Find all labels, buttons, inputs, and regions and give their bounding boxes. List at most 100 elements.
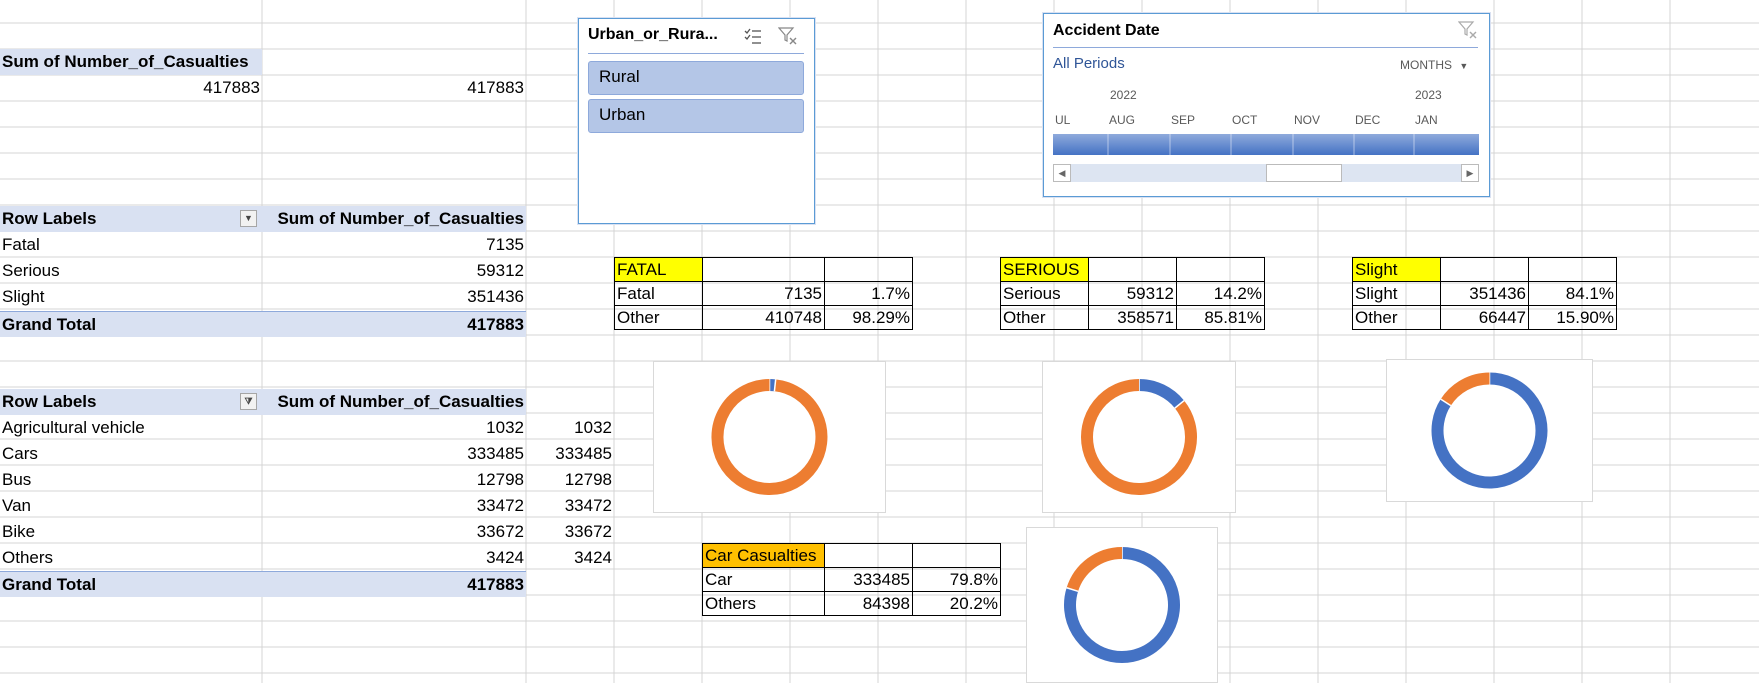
- serious-row-label[interactable]: Serious: [1001, 282, 1089, 306]
- table-row-label[interactable]: Agricultural vehicle: [0, 415, 262, 441]
- slicer-item-rural[interactable]: Rural: [588, 61, 804, 95]
- empty-cell[interactable]: [825, 544, 913, 568]
- table-row-label[interactable]: Fatal: [0, 232, 262, 258]
- timeline-scrollbar[interactable]: ◀ ▶: [1053, 164, 1479, 182]
- slight-row-value[interactable]: 351436: [1441, 282, 1529, 306]
- filter-applied-icon[interactable]: ⧩: [240, 393, 257, 410]
- table-row-copy[interactable]: 333485: [526, 441, 614, 467]
- car-others-value[interactable]: 84398: [825, 592, 913, 616]
- chevron-down-icon: ▼: [1459, 61, 1468, 71]
- empty-cell[interactable]: [913, 544, 1001, 568]
- severity-grand-total-value[interactable]: 417883: [262, 311, 526, 337]
- vehicle-row-labels-header[interactable]: Row Labels ⧩: [0, 389, 262, 415]
- pivot-total-value[interactable]: 417883: [0, 75, 262, 101]
- table-row-label[interactable]: Cars: [0, 441, 262, 467]
- table-row-value[interactable]: 7135: [262, 232, 526, 258]
- serious-row-pct[interactable]: 14.2%: [1177, 282, 1265, 306]
- table-row-value[interactable]: 33472: [262, 493, 526, 519]
- slicer-item-urban[interactable]: Urban: [588, 99, 804, 133]
- table-row-copy[interactable]: 33672: [526, 519, 614, 545]
- slight-donut-chart[interactable]: [1386, 359, 1593, 502]
- severity-sum-header[interactable]: Sum of Number_of_Casualties: [262, 206, 526, 232]
- table-row-value[interactable]: 59312: [262, 258, 526, 284]
- serious-blue-slice[interactable]: [1139, 385, 1179, 404]
- fatal-row-label[interactable]: Fatal: [615, 282, 703, 306]
- clear-filter-icon[interactable]: [778, 26, 798, 46]
- donut-svg: [1027, 528, 1217, 682]
- table-row-value[interactable]: 12798: [262, 467, 526, 493]
- table-row-copy[interactable]: 3424: [526, 545, 614, 571]
- slight-row-pct[interactable]: 84.1%: [1529, 282, 1617, 306]
- car-row-label[interactable]: Car: [703, 568, 825, 592]
- car-row-pct[interactable]: 79.8%: [913, 568, 1001, 592]
- slight-title-cell[interactable]: Slight: [1353, 258, 1441, 282]
- fatal-orange-slice[interactable]: [717, 385, 821, 489]
- car-casualties-table: Car Casualties Car 333485 79.8% Others 8…: [702, 543, 1001, 616]
- table-row-value[interactable]: 351436: [262, 284, 526, 310]
- empty-cell[interactable]: [1089, 258, 1177, 282]
- scroll-thumb[interactable]: [1266, 164, 1342, 182]
- fatal-row-value[interactable]: 7135: [703, 282, 825, 306]
- timeline-selection-bar[interactable]: [1053, 134, 1479, 155]
- serious-row-value[interactable]: 59312: [1089, 282, 1177, 306]
- table-row-label[interactable]: Bike: [0, 519, 262, 545]
- empty-cell[interactable]: [1177, 258, 1265, 282]
- fatal-other-value[interactable]: 410748: [703, 306, 825, 330]
- table-row-copy[interactable]: 12798: [526, 467, 614, 493]
- fatal-title-cell[interactable]: FATAL: [615, 258, 703, 282]
- serious-other-label[interactable]: Other: [1001, 306, 1089, 330]
- accident-date-timeline[interactable]: Accident Date All Periods MONTHS ▼ 2022 …: [1043, 13, 1490, 197]
- all-periods-label: All Periods: [1053, 55, 1125, 72]
- car-orange-slice[interactable]: [1072, 553, 1122, 590]
- table-row-value[interactable]: 3424: [262, 545, 526, 571]
- table-row-copy[interactable]: 1032: [526, 415, 614, 441]
- vehicle-sum-header[interactable]: Sum of Number_of_Casualties: [262, 389, 526, 415]
- slight-orange-slice[interactable]: [1446, 379, 1490, 403]
- serious-title-cell[interactable]: SERIOUS: [1001, 258, 1089, 282]
- serious-donut-chart[interactable]: [1042, 361, 1236, 513]
- empty-cell[interactable]: [1529, 258, 1617, 282]
- vehicle-grand-total-label[interactable]: Grand Total: [0, 571, 262, 597]
- slight-other-label[interactable]: Other: [1353, 306, 1441, 330]
- scroll-right-icon[interactable]: ▶: [1461, 164, 1479, 182]
- slight-other-value[interactable]: 66447: [1441, 306, 1529, 330]
- fatal-donut-chart[interactable]: [653, 361, 886, 513]
- dropdown-arrow-icon[interactable]: ▼: [240, 210, 257, 227]
- car-donut-chart[interactable]: [1026, 527, 1218, 683]
- month-label: DEC: [1355, 113, 1380, 127]
- severity-grand-total-label[interactable]: Grand Total: [0, 311, 262, 337]
- table-row-copy[interactable]: 33472: [526, 493, 614, 519]
- table-row-label[interactable]: Others: [0, 545, 262, 571]
- month-label: AUG: [1109, 113, 1135, 127]
- car-others-label[interactable]: Others: [703, 592, 825, 616]
- fatal-row-pct[interactable]: 1.7%: [825, 282, 913, 306]
- clear-filter-icon[interactable]: [1458, 20, 1478, 40]
- serious-other-pct[interactable]: 85.81%: [1177, 306, 1265, 330]
- slight-row-label[interactable]: Slight: [1353, 282, 1441, 306]
- car-title-cell[interactable]: Car Casualties: [703, 544, 825, 568]
- empty-cell[interactable]: [1441, 258, 1529, 282]
- empty-cell[interactable]: [703, 258, 825, 282]
- fatal-other-pct[interactable]: 98.29%: [825, 306, 913, 330]
- timeline-unit-dropdown[interactable]: MONTHS ▼: [1400, 58, 1468, 72]
- table-row-label[interactable]: Serious: [0, 258, 262, 284]
- table-row-value[interactable]: 1032: [262, 415, 526, 441]
- slight-other-pct[interactable]: 15.90%: [1529, 306, 1617, 330]
- pivot-total-copy[interactable]: 417883: [262, 75, 526, 101]
- table-row-label[interactable]: Van: [0, 493, 262, 519]
- car-others-pct[interactable]: 20.2%: [913, 592, 1001, 616]
- scroll-left-icon[interactable]: ◀: [1053, 164, 1071, 182]
- car-row-value[interactable]: 333485: [825, 568, 913, 592]
- table-row-label[interactable]: Slight: [0, 284, 262, 310]
- table-row-value[interactable]: 33672: [262, 519, 526, 545]
- urban-rural-slicer[interactable]: Urban_or_Rura... Rural Urban: [578, 18, 815, 224]
- fatal-other-label[interactable]: Other: [615, 306, 703, 330]
- multi-select-icon[interactable]: [743, 26, 763, 46]
- table-row-value[interactable]: 333485: [262, 441, 526, 467]
- empty-cell[interactable]: [825, 258, 913, 282]
- pivot-total-header[interactable]: Sum of Number_of_Casualties: [0, 49, 262, 75]
- severity-row-labels-header[interactable]: Row Labels ▼: [0, 206, 262, 232]
- table-row-label[interactable]: Bus: [0, 467, 262, 493]
- vehicle-grand-total-value[interactable]: 417883: [262, 571, 526, 597]
- serious-other-value[interactable]: 358571: [1089, 306, 1177, 330]
